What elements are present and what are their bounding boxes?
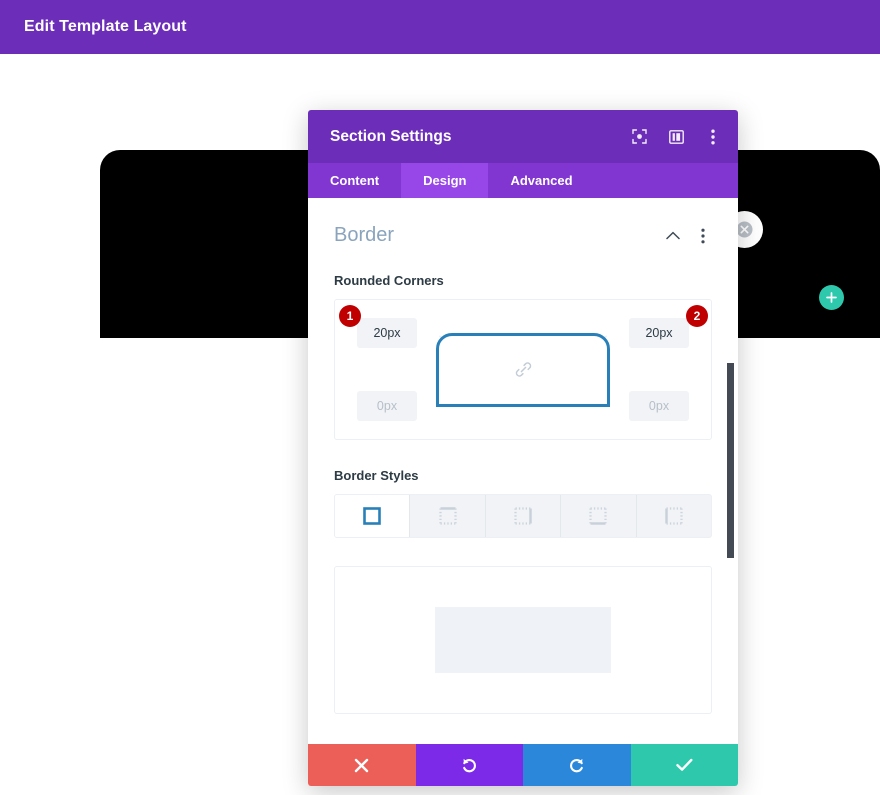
border-preview-pane — [334, 566, 712, 714]
annotation-badge-2: 2 — [686, 305, 708, 327]
modal-header: Section Settings — [308, 110, 738, 163]
admin-bar: Edit Template Layout — [0, 0, 880, 54]
border-left-icon — [664, 506, 684, 526]
cancel-button[interactable] — [308, 744, 416, 786]
tab-design[interactable]: Design — [401, 163, 489, 198]
border-section-title: Border — [334, 224, 395, 246]
modal-tabs: Content Design Advanced — [308, 163, 738, 198]
more-vertical-icon[interactable] — [704, 128, 722, 146]
focus-target-icon[interactable] — [630, 128, 648, 146]
border-right-icon — [513, 506, 533, 526]
redo-button[interactable] — [523, 744, 631, 786]
close-circle-icon — [736, 221, 753, 238]
modal-header-icons — [630, 128, 722, 146]
check-icon — [676, 758, 693, 771]
border-preview-block — [435, 607, 611, 673]
save-button[interactable] — [630, 744, 738, 786]
modal-body: Border Rounded Corners 1 2 20px 20px 0px… — [308, 198, 738, 744]
close-icon — [355, 758, 369, 772]
section-settings-modal: Section Settings Content Design Advanced… — [308, 110, 738, 786]
corner-bottom-left-input[interactable]: 0px — [357, 391, 417, 421]
border-styles-group — [334, 494, 712, 538]
undo-icon — [462, 758, 476, 772]
corner-top-right-input[interactable]: 20px — [629, 318, 689, 348]
modal-footer — [308, 744, 738, 786]
plus-icon — [826, 292, 837, 303]
rounded-corners-label: Rounded Corners — [334, 273, 444, 288]
add-section-button[interactable] — [819, 285, 844, 310]
page-title: Edit Template Layout — [24, 18, 187, 35]
annotation-badge-1: 1 — [339, 305, 361, 327]
page-canvas: Section Settings Content Design Advanced… — [0, 54, 880, 795]
border-section-header: Border — [334, 224, 712, 247]
rounded-corners-control: 1 2 20px 20px 0px 0px — [334, 299, 712, 440]
border-styles-label: Border Styles — [334, 468, 419, 483]
modal-scrollbar-thumb[interactable] — [727, 363, 734, 558]
border-style-right-button[interactable] — [485, 495, 562, 537]
border-style-left-button[interactable] — [636, 495, 711, 537]
modal-scrollbar-track[interactable] — [727, 198, 736, 744]
modal-title: Section Settings — [330, 127, 452, 145]
border-section-more-icon[interactable] — [694, 227, 712, 245]
redo-icon — [570, 758, 584, 772]
border-style-top-button[interactable] — [410, 495, 486, 537]
chain-link-icon[interactable] — [512, 358, 534, 381]
border-all-icon — [362, 506, 382, 526]
corner-top-left-input[interactable]: 20px — [357, 318, 417, 348]
border-top-icon — [438, 506, 458, 526]
border-style-all-button[interactable] — [335, 495, 411, 537]
layout-panel-icon[interactable] — [667, 128, 685, 146]
border-bottom-icon — [588, 506, 608, 526]
chevron-up-icon[interactable] — [664, 227, 682, 245]
corner-bottom-right-input[interactable]: 0px — [629, 391, 689, 421]
tab-advanced[interactable]: Advanced — [488, 163, 594, 198]
rounded-corners-preview — [436, 332, 610, 407]
border-style-bottom-button[interactable] — [561, 495, 637, 537]
undo-button[interactable] — [415, 744, 523, 786]
tab-content[interactable]: Content — [308, 163, 401, 198]
